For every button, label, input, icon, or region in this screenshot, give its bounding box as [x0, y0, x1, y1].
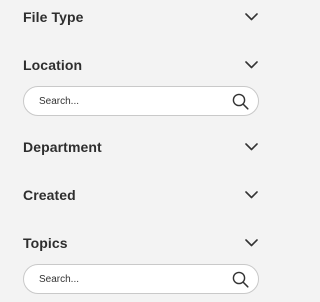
filter-section-file-type[interactable]: File Type: [0, 4, 277, 30]
section-title-created: Created: [23, 187, 76, 203]
topics-search-box: [23, 264, 259, 294]
section-title-location: Location: [23, 57, 83, 73]
chevron-down-icon[interactable]: [244, 10, 258, 24]
topics-search-input[interactable]: [39, 265, 219, 293]
search-icon[interactable]: [232, 93, 249, 110]
chevron-down-icon[interactable]: [244, 188, 258, 202]
section-title-department: Department: [23, 139, 102, 155]
location-search-box: [23, 86, 259, 116]
filter-section-department[interactable]: Department: [0, 134, 277, 160]
location-search-input[interactable]: [39, 87, 219, 115]
chevron-down-icon[interactable]: [244, 58, 258, 72]
filter-section-location[interactable]: Location: [0, 52, 277, 78]
filter-panel: File Type Location Department Created To…: [0, 0, 277, 302]
section-title-file-type: File Type: [23, 9, 84, 25]
chevron-down-icon[interactable]: [244, 140, 258, 154]
filter-section-topics[interactable]: Topics: [0, 230, 277, 256]
search-icon[interactable]: [232, 271, 249, 288]
filter-section-created[interactable]: Created: [0, 182, 277, 208]
section-title-topics: Topics: [23, 235, 68, 251]
chevron-down-icon[interactable]: [244, 236, 258, 250]
